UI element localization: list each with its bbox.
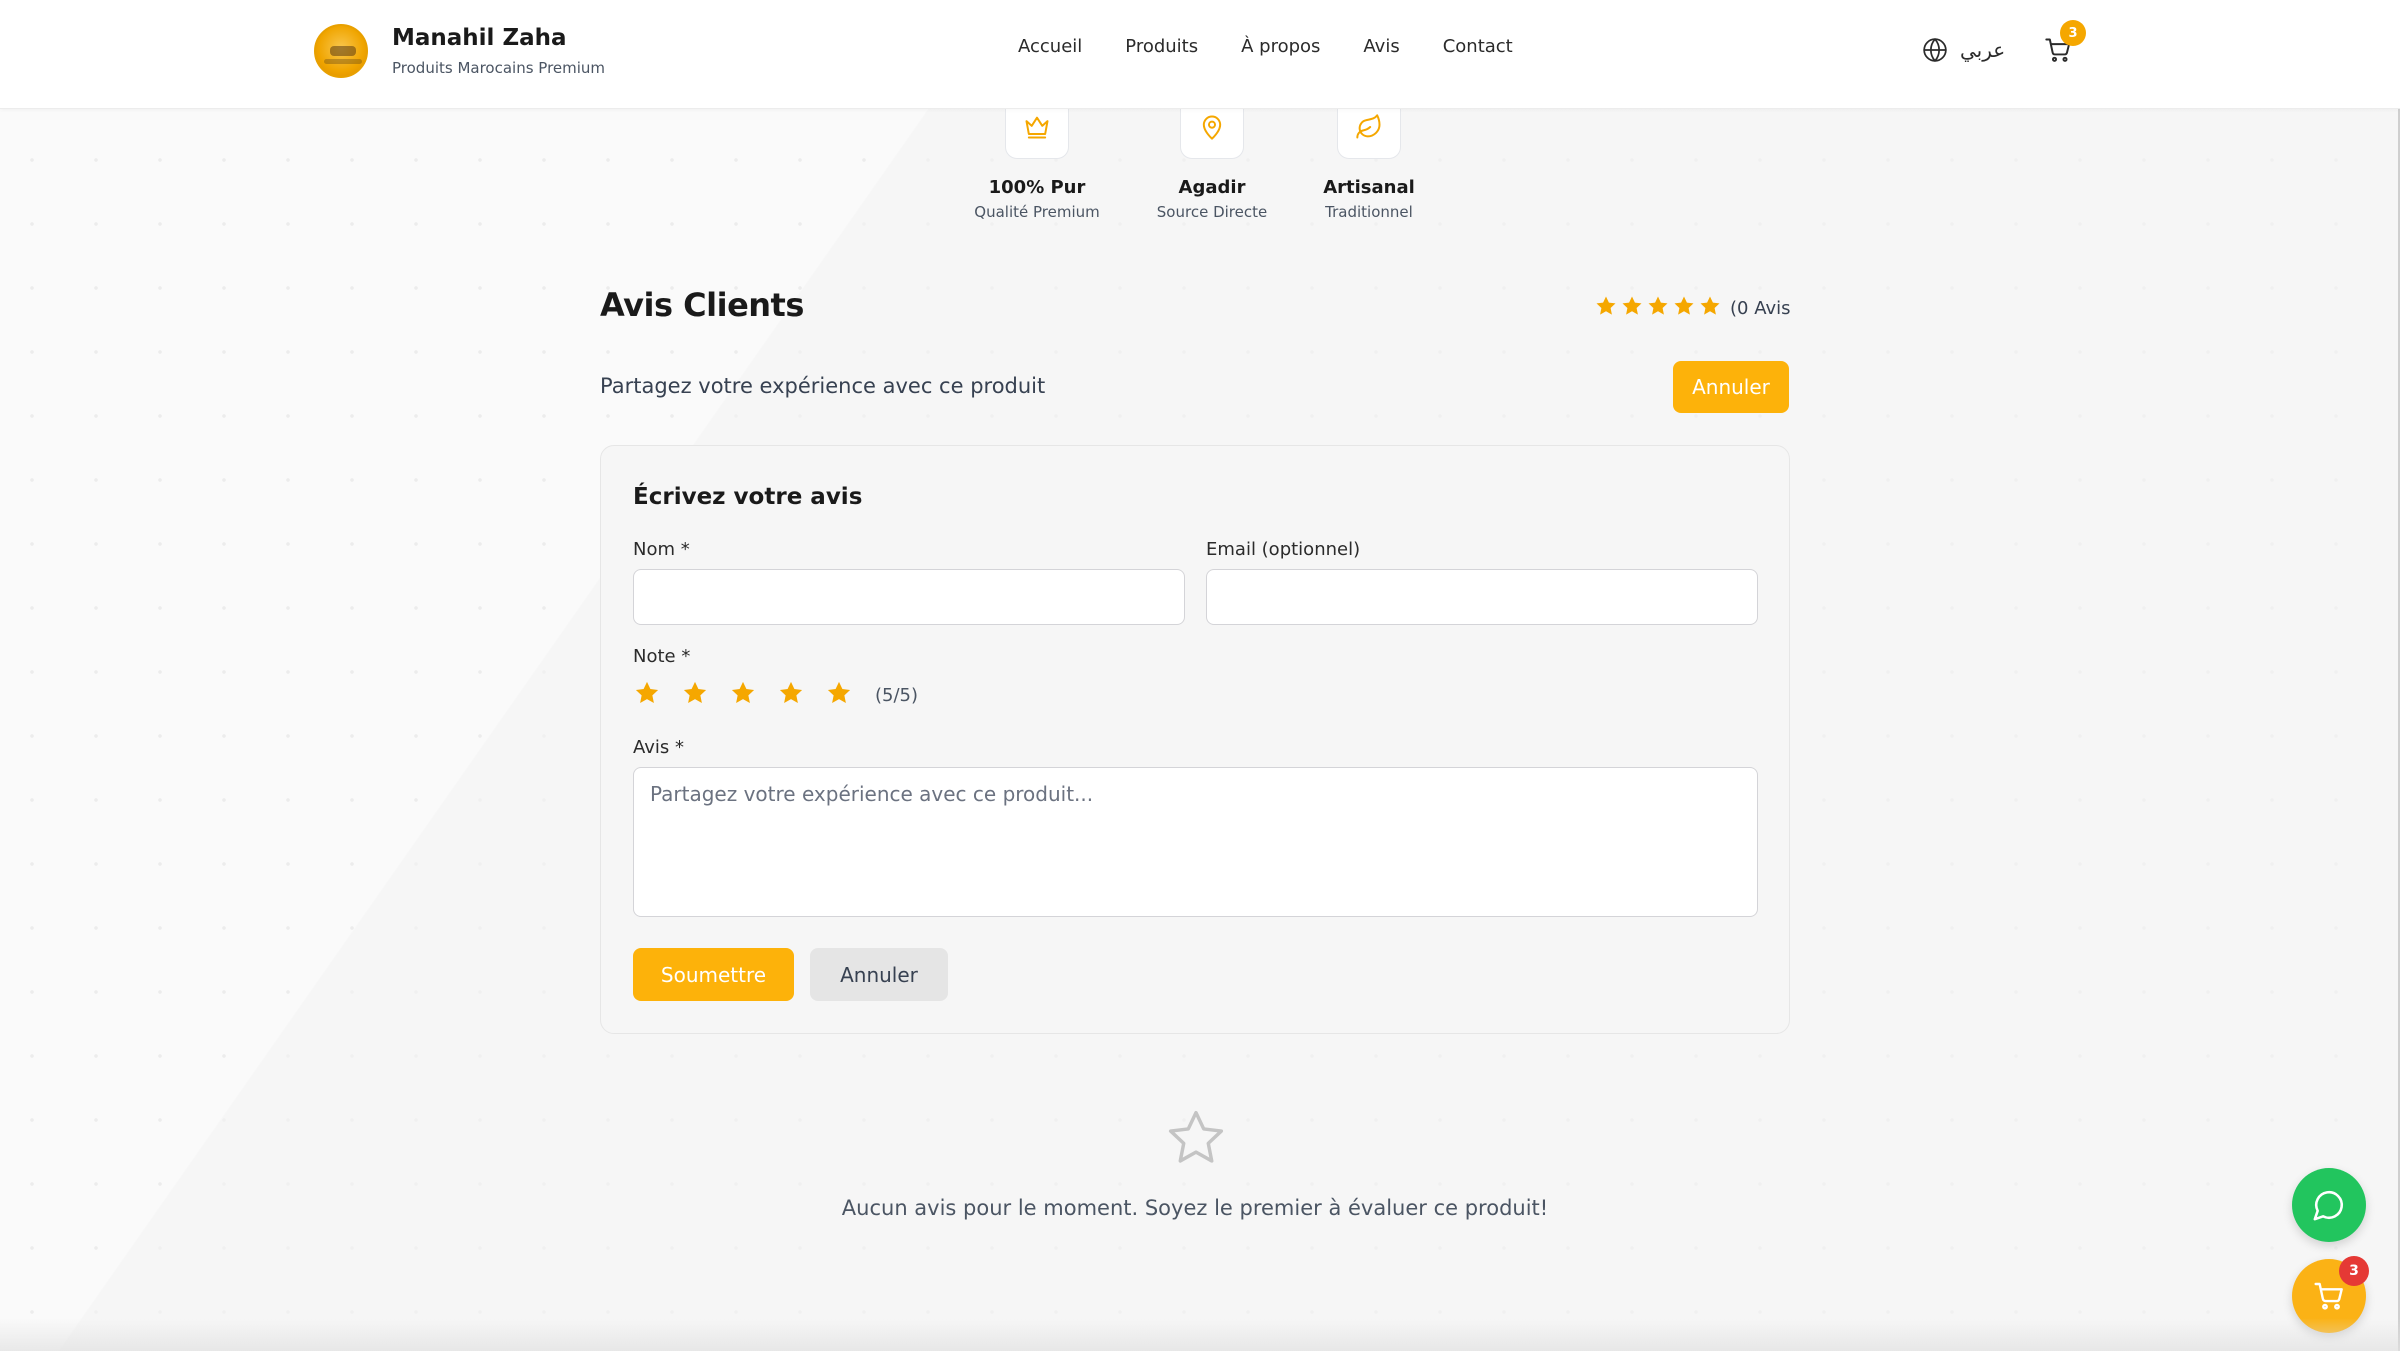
review-form: Écrivez votre avis Nom * Email (optionne…: [600, 445, 1790, 1034]
feature-subtitle: Source Directe: [1156, 203, 1268, 221]
nav-link-avis[interactable]: Avis: [1363, 36, 1399, 64]
nav-link-contact[interactable]: Contact: [1443, 36, 1513, 64]
nav-link-accueil[interactable]: Accueil: [1018, 36, 1082, 64]
nav-link-a-propos[interactable]: À propos: [1241, 36, 1320, 64]
floating-cart-badge: 3: [2339, 1256, 2369, 1286]
language-switcher[interactable]: عربي: [1922, 34, 2005, 66]
site-header: Manahil Zaha Produits Marocains Premium …: [0, 0, 2400, 109]
header-cart-button[interactable]: 3: [2044, 20, 2086, 66]
language-label: عربي: [1960, 38, 2006, 62]
feature-subtitle: Qualité Premium: [974, 203, 1100, 221]
form-title: Écrivez votre avis: [633, 484, 863, 510]
feature-title: 100% Pur: [988, 177, 1086, 198]
cart-count-badge: 3: [2060, 20, 2086, 46]
star-icon: [1698, 294, 1722, 322]
brand-name[interactable]: Manahil Zaha: [392, 25, 567, 51]
rating-stars: (5/5): [633, 680, 918, 710]
review-count: (0 Avis: [1730, 297, 1791, 319]
name-input[interactable]: [633, 569, 1185, 625]
rating-star-2[interactable]: [681, 679, 709, 711]
toggle-review-form-button[interactable]: Annuler: [1673, 361, 1789, 413]
email-label: Email (optionnel): [1206, 539, 1361, 560]
brand-logo[interactable]: [314, 24, 368, 78]
submit-review-button[interactable]: Soumettre: [633, 948, 794, 1001]
empty-star-icon: [1168, 1110, 1224, 1163]
review-textarea[interactable]: [633, 767, 1758, 917]
brand-tagline: Produits Marocains Premium: [392, 59, 606, 77]
cancel-review-button[interactable]: Annuler: [810, 948, 948, 1001]
name-label: Nom *: [633, 539, 690, 560]
email-input[interactable]: [1206, 569, 1758, 625]
main-nav: Accueil Produits À propos Avis Contact: [1018, 36, 1513, 64]
map-pin-icon: [1202, 115, 1222, 140]
reviews-summary: (0 Avis: [1594, 294, 1791, 322]
share-prompt: Partagez votre expérience avec ce produi…: [600, 374, 1046, 398]
globe-icon: [1923, 38, 1947, 62]
chat-bubble-icon: [2313, 1190, 2344, 1221]
feature-subtitle: Traditionnel: [1325, 203, 1413, 221]
rating-label: Note *: [633, 646, 691, 667]
feature-title: Agadir: [1178, 177, 1246, 198]
cart-icon: [2314, 1282, 2343, 1310]
rating-value: (5/5): [875, 684, 919, 706]
feature-title: Artisanal: [1323, 177, 1415, 198]
star-icon: [1620, 294, 1644, 322]
leaf-icon: [1356, 114, 1381, 139]
star-icon: [1672, 294, 1696, 322]
star-icon: [1594, 294, 1618, 322]
bottom-fade: [0, 1318, 2400, 1351]
reviews-title: Avis Clients: [600, 286, 804, 324]
empty-reviews-message: Aucun avis pour le moment. Soyez le prem…: [841, 1196, 1549, 1220]
nav-link-produits[interactable]: Produits: [1125, 36, 1198, 64]
rating-star-4[interactable]: [777, 679, 805, 711]
whatsapp-chat-button[interactable]: [2292, 1168, 2366, 1242]
rating-star-1[interactable]: [633, 679, 661, 711]
review-label: Avis *: [633, 737, 685, 758]
crown-icon: [1025, 116, 1049, 139]
rating-star-5[interactable]: [825, 679, 853, 711]
star-icon: [1646, 294, 1670, 322]
rating-star-3[interactable]: [729, 679, 757, 711]
